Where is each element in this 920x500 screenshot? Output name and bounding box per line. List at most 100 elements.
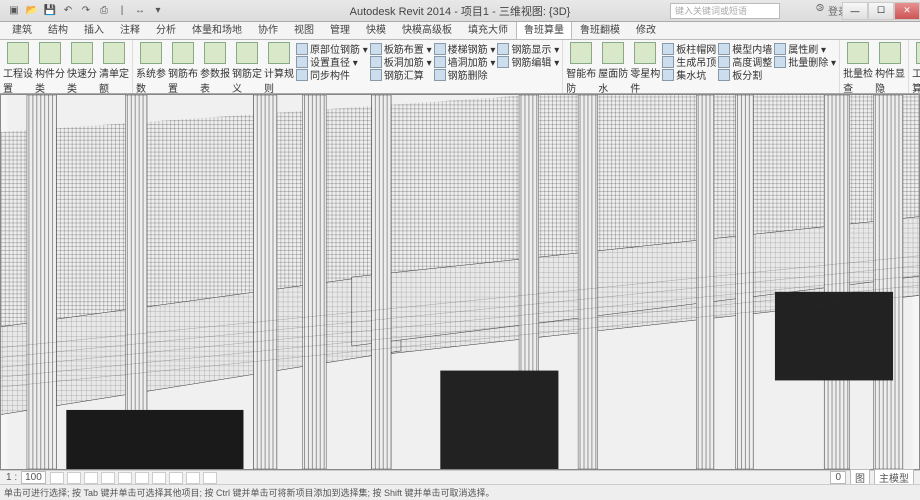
ribbon-small-label: 同步构件 <box>310 67 350 82</box>
redo-icon[interactable]: ↷ <box>78 3 94 19</box>
qat-separator: | <box>114 3 130 19</box>
print-icon[interactable]: ⎙ <box>96 3 112 19</box>
ribbon-button-label: 钢筋布置 <box>168 65 198 95</box>
search-input[interactable]: 键入关键词或短语 <box>670 3 780 19</box>
view-control-bar: 1 : 100 0 图 主模型 <box>0 470 920 484</box>
scale-value[interactable]: 100 <box>21 471 46 484</box>
ribbon-small-icon <box>370 56 382 68</box>
ribbon-button[interactable]: 系统参数 <box>136 42 166 95</box>
ribbon-small-icon <box>370 43 382 55</box>
detail-level-icon[interactable] <box>50 472 64 484</box>
ribbon-button-label: 工程计算 <box>912 65 920 95</box>
ribbon-small-button[interactable]: 集水坑 <box>662 68 716 81</box>
app-menu-icon[interactable]: ▣ <box>6 3 22 19</box>
ribbon-small-icon <box>774 56 786 68</box>
ribbon-button[interactable]: 构件分类 <box>35 42 65 95</box>
title-bar: ▣ 📂 💾 ↶ ↷ ⎙ | ↔ ▾ Autodesk Revit 2014 - … <box>0 0 920 22</box>
ribbon-button-label: 零星构件 <box>630 65 660 95</box>
close-button[interactable]: ✕ <box>894 2 920 20</box>
ribbon-button[interactable]: 钢筋布置 <box>168 42 198 95</box>
ribbon-button[interactable]: 零星构件 <box>630 42 660 95</box>
ribbon-button-label: 批量检查 <box>843 65 873 95</box>
ribbon-button-icon <box>570 42 592 64</box>
ribbon-button[interactable]: 计算规则 <box>264 42 294 95</box>
ribbon-small-label: 批量删除 ▾ <box>788 54 836 69</box>
qat-dropdown-icon[interactable]: ▾ <box>150 3 166 19</box>
scale-prefix: 1 : <box>6 472 17 483</box>
ribbon: 工程设置构件分类快速分类清单定额设置系统参数钢筋布置参数报表钢筋定义计算规则原部… <box>0 40 920 94</box>
ribbon-button-label: 清单定额 <box>99 65 129 95</box>
ribbon-button[interactable]: 屋面防水 <box>598 42 628 95</box>
reveal-icon[interactable] <box>186 472 200 484</box>
ribbon-small-label: 钢筋编辑 ▾ <box>511 54 559 69</box>
ribbon-small-label: 钢筋删除 <box>448 67 488 82</box>
ribbon-small-icon <box>774 43 786 55</box>
ribbon-button[interactable]: 批量检查 <box>843 42 873 95</box>
ribbon-panel: 智能布防屋面防水零星构件板柱帽网生成吊顶集水坑模型内墙高度调整板分割属性刷 ▾批… <box>563 40 840 93</box>
subscription-icon[interactable]: ⧁ <box>816 3 824 18</box>
save-icon[interactable]: 💾 <box>42 3 58 19</box>
lock-icon[interactable] <box>169 472 183 484</box>
open-icon[interactable]: 📂 <box>24 3 40 19</box>
shadows-icon[interactable] <box>101 472 115 484</box>
window-title: Autodesk Revit 2014 - 项目1 - 三维视图: {3D} <box>350 3 571 19</box>
undo-icon[interactable]: ↶ <box>60 3 76 19</box>
ribbon-small-icon <box>434 56 446 68</box>
status-hint: 单击可进行选择; 按 Tab 键并单击可选择其他项目; 按 Ctrl 键并单击可… <box>0 484 920 500</box>
ribbon-button-label: 钢筋定义 <box>232 65 262 95</box>
ribbon-button-icon <box>236 42 258 64</box>
ribbon-button-label: 构件显隐 <box>875 65 905 95</box>
ribbon-button[interactable]: 工程设置 <box>3 42 33 95</box>
ribbon-button[interactable]: 工程计算 <box>912 42 920 95</box>
ribbon-button[interactable]: 清单定额 <box>99 42 129 95</box>
window-controls: — ☐ ✕ <box>842 2 920 20</box>
ribbon-small-icon <box>497 43 509 55</box>
ribbon-small-icon <box>434 43 446 55</box>
ribbon-button-icon <box>172 42 194 64</box>
ribbon-small-icon <box>718 43 730 55</box>
ribbon-button-label: 屋面防水 <box>598 65 628 95</box>
ribbon-button[interactable]: 钢筋定义 <box>232 42 262 95</box>
rendering-icon[interactable] <box>118 472 132 484</box>
ribbon-button[interactable]: 智能布防 <box>566 42 596 95</box>
3d-viewport[interactable] <box>0 94 920 470</box>
ribbon-small-icon <box>662 43 674 55</box>
ribbon-small-button[interactable]: 钢筋编辑 ▾ <box>497 55 559 68</box>
ribbon-button[interactable]: 快速分类 <box>67 42 97 95</box>
ribbon-button[interactable]: 构件显隐 <box>875 42 905 95</box>
minimize-button[interactable]: — <box>842 2 868 20</box>
ribbon-small-label: 钢筋汇算 <box>384 67 424 82</box>
ribbon-small-button[interactable]: 钢筋删除 <box>434 68 496 81</box>
ribbon-small-icon <box>296 43 308 55</box>
workset-indicator[interactable]: 0 <box>830 471 846 484</box>
rebar-model-view <box>1 95 919 469</box>
visual-style-icon[interactable] <box>67 472 81 484</box>
view-control-icons <box>50 472 217 484</box>
ribbon-button-label: 参数报表 <box>200 65 230 95</box>
ribbon-small-icon <box>370 69 382 81</box>
crop-icon[interactable] <box>135 472 149 484</box>
ribbon-small-button[interactable]: 批量删除 ▾ <box>774 55 836 68</box>
ribbon-button-icon <box>103 42 125 64</box>
ribbon-tabs: 建筑结构插入注释分析体量和场地协作视图管理快模快模高级板填充大师鲁班算量鲁班翻模… <box>0 22 920 40</box>
ribbon-small-label: 集水坑 <box>676 67 706 82</box>
ribbon-button-label: 计算规则 <box>264 65 294 95</box>
maximize-button[interactable]: ☐ <box>868 2 894 20</box>
sun-path-icon[interactable] <box>84 472 98 484</box>
quick-access-toolbar: ▣ 📂 💾 ↶ ↷ ⎙ | ↔ ▾ <box>0 3 166 19</box>
ribbon-small-icon <box>662 56 674 68</box>
ribbon-button-icon <box>879 42 901 64</box>
measure-icon[interactable]: ↔ <box>132 3 148 19</box>
ribbon-small-icon <box>296 69 308 81</box>
ribbon-small-button[interactable]: 钢筋汇算 <box>370 68 432 81</box>
ribbon-button-icon <box>7 42 29 64</box>
ribbon-small-icon <box>662 69 674 81</box>
crop-region-icon[interactable] <box>152 472 166 484</box>
ribbon-button-icon <box>140 42 162 64</box>
ribbon-button-icon <box>71 42 93 64</box>
ribbon-small-icon <box>497 56 509 68</box>
ribbon-small-button[interactable]: 同步构件 <box>296 68 368 81</box>
temp-hide-icon[interactable] <box>203 472 217 484</box>
ribbon-small-button[interactable]: 板分割 <box>718 68 772 81</box>
ribbon-button[interactable]: 参数报表 <box>200 42 230 95</box>
